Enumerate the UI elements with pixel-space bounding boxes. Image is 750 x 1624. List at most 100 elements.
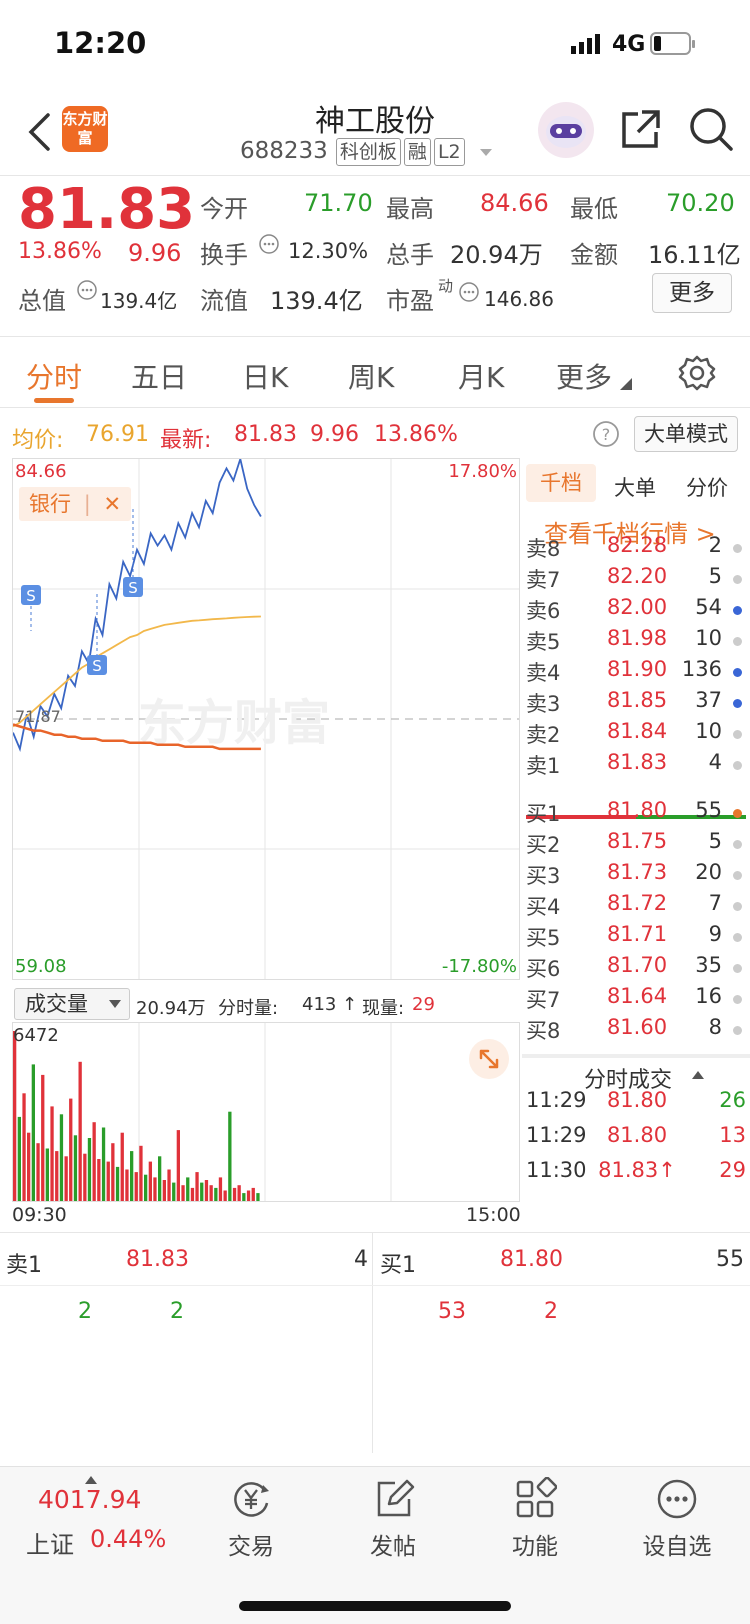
trade-row: 11:29 81.80 13 <box>522 1123 750 1155</box>
turnover-value: 12.30% <box>288 239 369 263</box>
open-value: 71.70 <box>304 189 373 217</box>
bids-row[interactable]: 买4 81.72 7 <box>522 891 750 923</box>
nav-post[interactable]: 发帖 <box>333 1467 453 1561</box>
info-dots-icon[interactable] <box>76 279 98 301</box>
nav-post-label: 发帖 <box>370 1534 416 1560</box>
bids-row[interactable]: 买8 81.60 8 <box>522 1015 750 1047</box>
level-dot-icon <box>733 840 742 849</box>
trade-qty: 29 <box>719 1158 746 1182</box>
low-value: 70.20 <box>666 189 735 217</box>
level-dot-icon <box>733 761 742 770</box>
close-icon[interactable]: ✕ <box>103 492 121 516</box>
level-price: 81.71 <box>606 922 668 946</box>
bids-row[interactable]: 买3 81.73 20 <box>522 860 750 892</box>
level-dot-icon <box>733 637 742 646</box>
bids-row[interactable]: 买6 81.70 35 <box>522 953 750 985</box>
level-price: 81.73 <box>606 860 668 884</box>
level-dot-icon <box>733 902 742 911</box>
level-qty: 10 <box>695 719 722 743</box>
volume-bar <box>64 1156 68 1201</box>
volume-bar <box>87 1138 92 1201</box>
volume-bar <box>162 1180 166 1201</box>
indicator-select[interactable]: 成交量 <box>14 988 130 1020</box>
current-volume-label: 现量: <box>362 998 405 1019</box>
volume-bar <box>223 1190 227 1201</box>
bids-row[interactable]: 买5 81.71 9 <box>522 922 750 954</box>
level-label: 买5 <box>526 926 561 950</box>
volume-bar <box>209 1185 213 1201</box>
index-ticker[interactable]: 4017.94 上证 0.44% <box>20 1467 166 1577</box>
sector-overlay-tag[interactable]: 银行 | ✕ <box>19 487 132 521</box>
level-qty: 5 <box>708 829 722 853</box>
segment-volume-label: 分时量: <box>218 998 279 1019</box>
asks-row[interactable]: 卖7 82.20 5 <box>522 564 750 596</box>
volume-bar <box>195 1172 199 1201</box>
info-dots-icon[interactable] <box>458 281 480 303</box>
tab-intraday[interactable]: 分时 <box>26 356 82 396</box>
tag-star-market: 科创板 <box>335 138 401 166</box>
level-price: 81.70 <box>606 953 668 977</box>
level-label: 买1 <box>526 802 561 826</box>
robot-avatar-icon[interactable] <box>536 100 596 160</box>
volume-bar <box>242 1193 246 1201</box>
tab-price-distribution[interactable]: 分价 <box>686 472 728 502</box>
nav-functions[interactable]: 功能 <box>475 1467 595 1561</box>
nav-trade[interactable]: 交易 <box>191 1467 311 1561</box>
help-icon[interactable]: ? <box>592 420 620 448</box>
stock-code-row[interactable]: 688233 科创板融 L2 <box>240 138 494 166</box>
tab-five-day[interactable]: 五日 <box>131 356 187 396</box>
info-dots-icon[interactable] <box>258 233 280 255</box>
asks-row[interactable]: 卖1 81.83 4 <box>522 750 750 782</box>
level-label: 买7 <box>526 988 561 1012</box>
bids-row[interactable]: 买7 81.64 16 <box>522 984 750 1016</box>
info-pct: 13.86% <box>374 422 458 447</box>
pe-value: 146.86 <box>484 287 554 311</box>
asks-row[interactable]: 卖8 82.28 2 <box>522 533 750 565</box>
large-order-mode-button[interactable]: 大单模式 <box>634 416 738 452</box>
level-dot-icon <box>733 933 742 942</box>
level1-panel: 卖1 81.83 4 2 2 买1 81.80 55 53 2 <box>0 1232 750 1453</box>
tab-monthly-k[interactable]: 月K <box>458 356 504 396</box>
active-tab-indicator <box>34 398 74 403</box>
tab-more[interactable]: 更多 <box>556 356 612 396</box>
asks-row[interactable]: 卖4 81.90 136 <box>522 657 750 689</box>
divider <box>0 1285 750 1286</box>
share-icon[interactable] <box>618 108 662 152</box>
collapse-up-icon <box>692 1071 704 1079</box>
sell1-price: 81.83 <box>126 1247 189 1272</box>
tab-weekly-k[interactable]: 周K <box>348 356 394 396</box>
stock-code: 688233 <box>240 138 328 164</box>
volume-bar <box>167 1169 171 1201</box>
volume-bar <box>237 1185 241 1201</box>
level-qty: 55 <box>695 798 722 822</box>
up-triangle-icon <box>85 1476 97 1484</box>
bids-row[interactable]: 买2 81.75 5 <box>522 829 750 861</box>
mktcap-label: 总值 <box>18 287 66 315</box>
level-label: 卖1 <box>526 754 561 778</box>
asks-row[interactable]: 卖5 81.98 10 <box>522 626 750 658</box>
trade-price: 81.80 <box>606 1123 668 1147</box>
more-button[interactable]: 更多 <box>652 273 732 313</box>
level-price: 81.90 <box>606 657 668 681</box>
nav-add-watchlist[interactable]: 设自选 <box>617 1467 737 1561</box>
bottom-nav: 4017.94 上证 0.44% 交易 发帖 功能 设自选 <box>0 1466 750 1624</box>
home-indicator <box>239 1601 511 1611</box>
volume-bar <box>256 1193 260 1201</box>
sell1-detail-2: 2 <box>170 1299 184 1324</box>
tab-large-orders[interactable]: 大单 <box>614 472 656 502</box>
volume-bar <box>106 1161 110 1201</box>
asks-row[interactable]: 卖2 81.84 10 <box>522 719 750 751</box>
nav-functions-label: 功能 <box>512 1534 558 1560</box>
change-amount: 9.96 <box>128 239 182 267</box>
tab-thousand-levels[interactable]: 千档 <box>526 464 596 502</box>
expand-button[interactable] <box>469 1039 509 1079</box>
tab-daily-k[interactable]: 日K <box>242 356 288 396</box>
back-icon[interactable] <box>26 112 52 152</box>
asks-row[interactable]: 卖3 81.85 37 <box>522 688 750 720</box>
intraday-chart[interactable]: 东方财富 S S S 84.66 17.80% 59.08 -17.80% 71.8… <box>12 458 520 980</box>
bids-row[interactable]: 买1 81.80 55 <box>522 798 750 830</box>
settings-gear-icon[interactable] <box>678 354 716 392</box>
asks-row[interactable]: 卖6 82.00 54 <box>522 595 750 627</box>
search-icon[interactable] <box>688 106 734 152</box>
volume-bar <box>31 1064 35 1201</box>
